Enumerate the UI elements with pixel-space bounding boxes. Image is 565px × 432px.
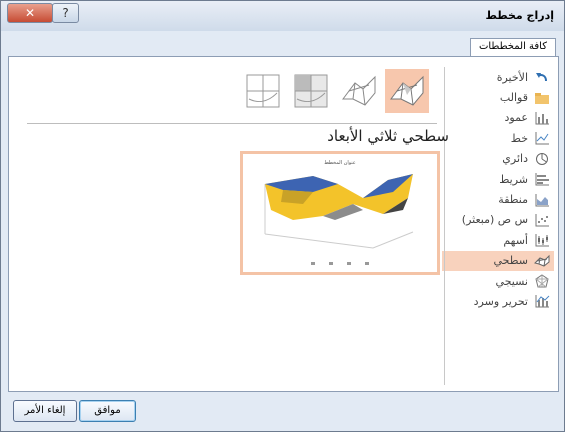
close-icon: ✕ — [24, 6, 36, 20]
panel-divider — [444, 67, 445, 385]
sidebar-item-line[interactable]: خط — [442, 128, 554, 148]
sidebar-item-area[interactable]: منطقة — [442, 189, 554, 209]
surface-chart-preview: عنوان المخطط — [264, 160, 414, 265]
sidebar-item-label: عمود — [504, 111, 528, 125]
close-button[interactable]: ✕ — [7, 3, 53, 23]
folder-icon — [535, 92, 549, 104]
chart-preview: عنوان المخطط — [240, 151, 440, 275]
radar-chart-icon — [535, 274, 549, 288]
contour-surface-icon — [246, 74, 280, 108]
separator-line — [27, 123, 437, 124]
sidebar-item-combo[interactable]: تحرير وسرد — [442, 291, 554, 311]
sidebar-item-label: قوالب — [499, 91, 528, 105]
subtype-wireframe-contour[interactable] — [289, 69, 333, 113]
sidebar-item-templates[interactable]: قوالب — [442, 87, 554, 107]
wireframe-contour-icon — [294, 74, 328, 108]
tab-bar: كافة المخططات — [7, 31, 558, 60]
sidebar-item-label: أسهم — [503, 233, 528, 247]
sidebar-item-pie[interactable]: دائري — [442, 149, 554, 169]
line-chart-icon — [535, 132, 549, 145]
sidebar-item-label: نسيجي — [495, 274, 528, 288]
stock-chart-icon — [535, 234, 549, 247]
sidebar-item-label: تحرير وسرد — [473, 294, 528, 308]
sidebar-item-label: منطقة — [498, 193, 528, 207]
3d-surface-icon — [390, 75, 424, 106]
area-chart-icon — [535, 193, 549, 207]
help-icon: ? — [62, 6, 69, 20]
sidebar-item-label: خط — [510, 131, 528, 145]
help-button[interactable]: ? — [52, 3, 79, 23]
preview-title: عنوان المخطط — [324, 160, 356, 166]
chart-subtype-gallery — [237, 69, 437, 113]
bar-chart-icon — [535, 173, 549, 186]
column-chart-icon — [535, 111, 549, 125]
sidebar-item-surface[interactable]: سطحي — [442, 250, 554, 271]
sidebar-item-bar[interactable]: شريط — [442, 169, 554, 189]
combo-chart-icon — [535, 295, 550, 308]
scatter-chart-icon — [535, 213, 549, 227]
subtype-wireframe-3d-surface[interactable] — [337, 69, 381, 113]
sidebar-item-label: شريط — [499, 172, 528, 186]
sidebar-item-label: الأخيرة — [496, 70, 528, 84]
sidebar-item-column[interactable]: عمود — [442, 108, 554, 128]
sidebar-item-scatter[interactable]: س ص (مبعثر) — [442, 210, 554, 230]
undo-icon — [536, 73, 547, 82]
sidebar-item-recent[interactable]: الأخيرة — [442, 67, 554, 87]
surface-chart-icon — [534, 254, 550, 267]
content-panel: الأخيرة قوالب عمود خط دائري شريط منطقة س… — [8, 56, 559, 392]
sidebar-item-label: دائري — [502, 152, 528, 166]
dialog-title: إدراج مخطط — [485, 9, 554, 22]
chart-type-list: الأخيرة قوالب عمود خط دائري شريط منطقة س… — [442, 67, 554, 312]
title-bar: ✕ ? إدراج مخطط — [1, 1, 564, 31]
subtype-contour[interactable] — [241, 69, 285, 113]
sidebar-item-label: سطحي — [493, 254, 528, 268]
sidebar-item-radar[interactable]: نسيجي — [442, 271, 554, 291]
wireframe-3d-surface-icon — [342, 75, 376, 106]
chart-type-title: سطحي ثلاثي الأبعاد — [327, 127, 449, 145]
pie-chart-icon — [536, 152, 548, 165]
ok-button[interactable]: موافق — [79, 400, 136, 422]
sidebar-item-stock[interactable]: أسهم — [442, 230, 554, 250]
insert-chart-dialog: ✕ ? إدراج مخطط كافة المخططات الأخيرة قوا… — [0, 0, 565, 432]
subtype-3d-surface[interactable] — [385, 69, 429, 113]
cancel-button[interactable]: إلغاء الأمر — [13, 400, 77, 422]
sidebar-item-label: س ص (مبعثر) — [461, 213, 528, 227]
